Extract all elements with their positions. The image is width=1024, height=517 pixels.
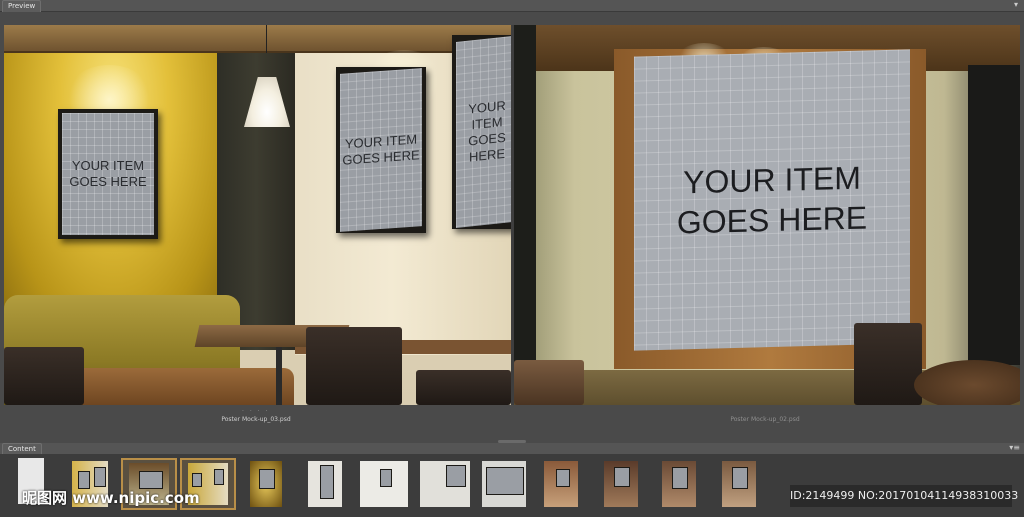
thumbnail-10[interactable] — [598, 458, 644, 510]
poster-placeholder-4: YOUR ITEM GOES HERE — [634, 49, 910, 351]
thumbnail-7[interactable] — [414, 458, 476, 510]
bench-seat — [64, 368, 294, 405]
thumbnail-9[interactable] — [538, 458, 584, 510]
dark-doorway — [968, 65, 1020, 365]
preview-image-right[interactable]: YOUR ITEM GOES HERE — [514, 25, 1020, 405]
preview-panel-menu-icon[interactable]: ▾ — [1014, 0, 1018, 9]
caption-right: Poster Mock-up_02.psd — [730, 416, 800, 423]
thumbnail-8[interactable] — [476, 458, 532, 510]
chair — [416, 370, 511, 405]
chair — [306, 327, 402, 405]
chair — [4, 347, 84, 405]
poster-placeholder-2: YOUR ITEM GOES HERE — [340, 68, 422, 232]
lamp-shade — [244, 77, 290, 127]
poster-frame-3: YOUR ITEM GOES HERE — [452, 35, 511, 229]
watermark-id: ID:2149499 NO:20170104114938310033 — [790, 485, 1018, 507]
round-table — [914, 360, 1020, 405]
poster-frame-1: YOUR ITEM GOES HERE — [58, 109, 158, 239]
thumbnail-12[interactable] — [716, 458, 762, 510]
preview-panel-header — [0, 0, 1024, 12]
caption-left: Poster Mock-up_03.psd — [221, 416, 291, 423]
watermark-site: 昵图网 www.nipic.com — [22, 489, 200, 507]
poster-placeholder-3: YOUR ITEM GOES HERE — [456, 36, 511, 228]
chair — [514, 360, 584, 405]
preview-nav-dots[interactable]: · · · · — [242, 408, 269, 415]
table-leg — [276, 347, 282, 405]
thumbnail-11[interactable] — [656, 458, 702, 510]
thumbnail-5[interactable] — [302, 458, 348, 510]
poster-placeholder-1: YOUR ITEM GOES HERE — [62, 113, 154, 235]
preview-area: YOUR ITEM GOES HERE YOUR ITEM GOES HERE YO… — [4, 25, 1020, 405]
poster-frame-2: YOUR ITEM GOES HERE — [336, 67, 426, 233]
chair — [854, 323, 922, 405]
thumbnail-6[interactable] — [354, 458, 414, 510]
thumbnail-4[interactable] — [244, 458, 288, 510]
pendant-lamp — [244, 49, 290, 127]
poster-frame-4: YOUR ITEM GOES HERE — [634, 49, 910, 351]
preview-image-left[interactable]: YOUR ITEM GOES HERE YOUR ITEM GOES HERE YO… — [4, 25, 511, 405]
dark-edge — [514, 25, 536, 405]
tab-preview[interactable]: Preview — [2, 0, 42, 12]
content-panel-menu-icon[interactable]: ▾≡ — [1009, 443, 1020, 452]
